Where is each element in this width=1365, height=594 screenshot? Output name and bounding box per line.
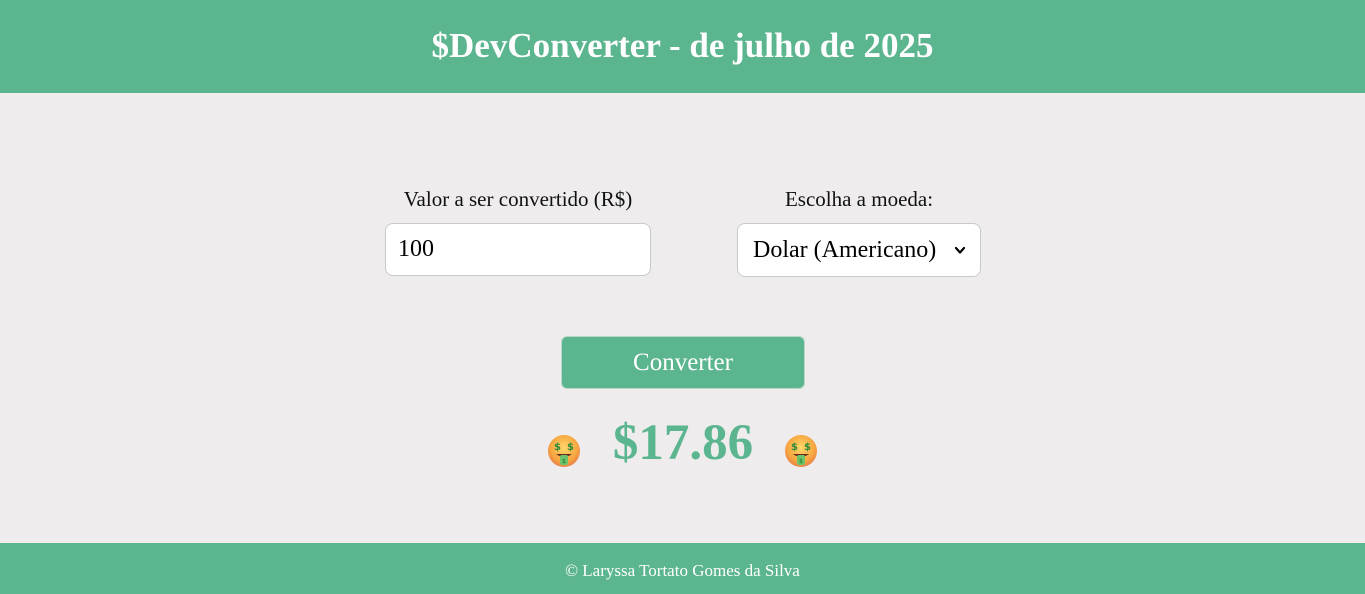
convert-button[interactable]: Converter [561, 336, 805, 389]
chevron-down-icon [954, 246, 966, 254]
app-header: $DevConverter - de julho de 2025 [0, 0, 1365, 93]
currency-label: Escolha a moeda: [784, 187, 934, 211]
amount-input[interactable] [385, 223, 651, 276]
page-title: $DevConverter - de julho de 2025 [431, 25, 934, 65]
svg-text:$: $ [567, 442, 574, 453]
result-area: $ $ $ $17.86 $ $ $ [0, 410, 1365, 490]
conversion-result: $17.86 [612, 415, 754, 471]
money-mouth-face-icon: $ $ $ [785, 435, 817, 467]
currency-selected-value: Dolar (Americano) [753, 236, 937, 263]
svg-text:$: $ [799, 458, 803, 465]
footer-credit: © Laryssa Tortato Gomes da Silva [565, 560, 800, 580]
svg-text:$: $ [804, 442, 811, 453]
amount-label: Valor a ser convertido (R$) [403, 187, 633, 211]
svg-text:$: $ [562, 458, 566, 465]
money-mouth-face-icon: $ $ $ [548, 435, 580, 467]
svg-text:$: $ [554, 442, 561, 453]
svg-text:$: $ [791, 442, 798, 453]
app-footer: © Laryssa Tortato Gomes da Silva [0, 543, 1365, 594]
currency-select[interactable]: Dolar (Americano) [737, 223, 981, 277]
